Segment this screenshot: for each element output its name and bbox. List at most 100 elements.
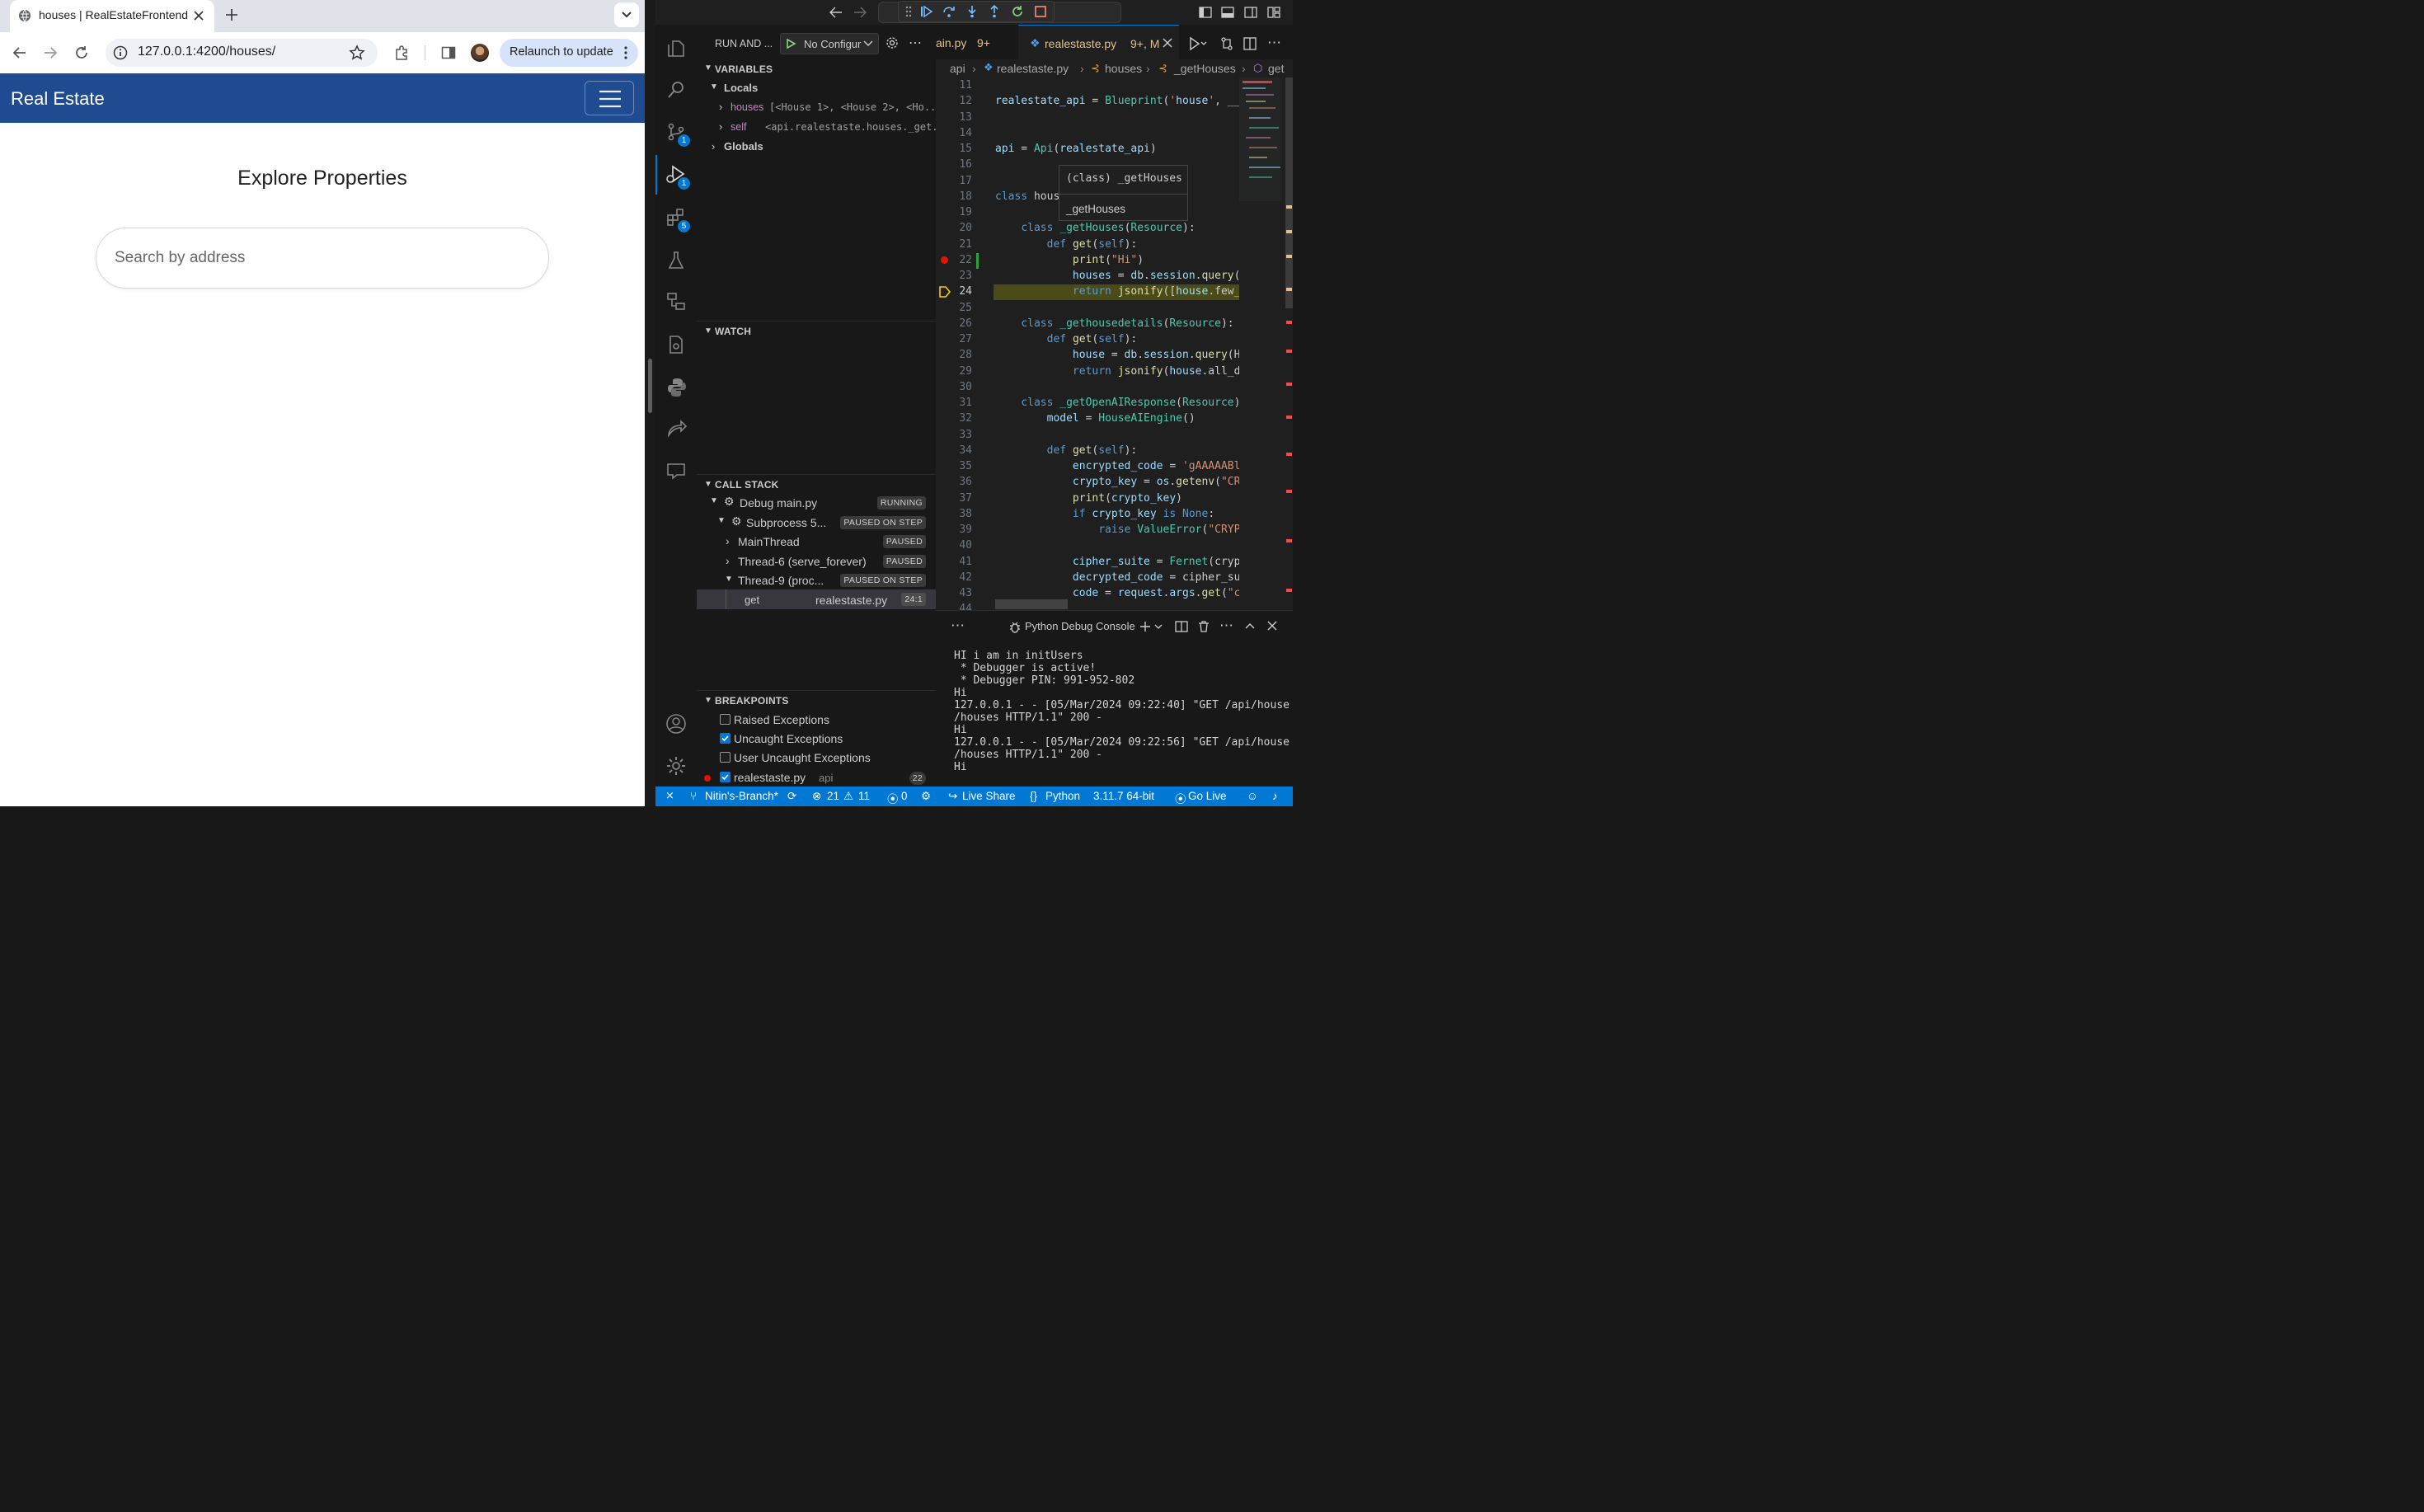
callstack-session[interactable]: ▼ ⚙ Debug main.py RUNNING [697,493,936,512]
code-line[interactable]: code = request.args.get("co [995,587,1239,599]
navbar-toggler[interactable] [585,81,634,115]
branch-name[interactable]: Nitin's-Branch* [705,790,778,802]
code-line[interactable]: return jsonify(house.all_de [995,365,1239,378]
new-terminal-icon[interactable] [1139,621,1151,632]
address-search-input[interactable] [96,228,549,289]
code-line[interactable]: raise ValueError("CRYPT [995,524,1239,536]
live-share-icon[interactable] [666,418,688,439]
collapse-breakpoints-icon[interactable]: ▼ [704,696,712,705]
line-number[interactable]: 34 [936,444,972,457]
code-line[interactable]: return jsonify([house.few_d [995,285,1239,298]
warning-count[interactable]: 11 [858,790,870,802]
breadcrumb-item[interactable]: _getHouses [1174,62,1236,75]
breadcrumb-item[interactable]: houses [1105,62,1142,75]
code-line[interactable]: def get(self): [995,444,1239,457]
run-debug-split-icon[interactable] [1186,36,1207,51]
line-number[interactable]: 17 [936,175,972,187]
collapse-watch-icon[interactable]: ▼ [704,326,712,336]
comments-icon[interactable] [666,461,686,481]
toggle-secondary-sidebar-icon[interactable] [1244,6,1257,19]
browser-tab[interactable]: houses | RealEstateFrontend [10,0,214,32]
close-icon[interactable] [1163,38,1172,48]
split-terminal-icon[interactable] [1175,620,1188,633]
step-over-icon[interactable] [942,5,956,18]
customize-layout-icon[interactable] [1267,6,1280,19]
settings-gear-icon[interactable] [886,36,899,49]
line-number[interactable]: 42 [936,571,972,584]
line-number[interactable]: 20 [936,222,972,234]
minimap[interactable] [1239,77,1293,610]
breakpoint-checkbox[interactable] [720,772,730,782]
source-control-button[interactable]: 1 [666,122,690,147]
line-number[interactable]: 18 [936,190,972,203]
go-live-label[interactable]: Go Live [1188,790,1227,802]
more-views-icon[interactable]: ⋯ [951,617,965,634]
remote-explorer-icon[interactable] [666,292,686,312]
trash-icon[interactable] [1197,620,1210,633]
code-line[interactable]: if crypto_key is None: [995,508,1239,520]
tab-realestaste-py[interactable]: ❖ realestaste.py 9+, M [1018,25,1179,59]
stack-frame-selected[interactable]: get realestaste.py 24:1 [697,589,936,609]
code-line[interactable]: def get(self): [995,238,1239,251]
variables-header[interactable]: VARIABLES [715,63,773,75]
code-line[interactable]: api = Api(realestate_api) [995,143,1239,155]
code-line[interactable]: crypto_key = os.getenv("CRY [995,476,1239,488]
drag-handle-icon[interactable] [905,6,912,17]
code-line[interactable]: houses = db.session.query(H [995,270,1239,282]
callstack-thread[interactable]: › Thread-6 (serve_forever) PAUSED [697,552,936,571]
back-icon[interactable] [12,45,27,60]
testing-icon[interactable] [666,251,686,270]
watch-header[interactable]: WATCH [715,326,751,337]
code-line[interactable]: def get(self): [995,333,1239,345]
launch-config-select[interactable]: No Configur [780,33,879,54]
line-number[interactable]: 16 [936,158,972,171]
nav-forward-icon[interactable] [853,7,867,18]
code-line[interactable]: print(crypto_key) [995,492,1239,505]
callstack-thread[interactable]: ▼ Thread-9 (proc... PAUSED ON STEP [697,571,936,589]
sync-icon[interactable]: ⟳ [787,790,796,803]
locals-scope[interactable]: Locals [724,82,758,94]
code-line[interactable]: realestate_api = Blueprint('house', __n [995,95,1239,107]
line-number[interactable]: 19 [936,206,972,218]
minimap-slider[interactable] [1239,77,1280,201]
notifications-icon[interactable]: ♪ [1272,790,1278,802]
tab-main-py[interactable]: ain.py 9+ [936,25,1017,59]
line-number[interactable]: 41 [936,556,972,568]
line-number[interactable]: 32 [936,412,972,425]
line-number[interactable]: 31 [936,397,972,409]
profile-avatar[interactable] [471,44,489,62]
horizontal-scrollbar[interactable] [995,599,1068,609]
python-icon[interactable] [666,377,688,398]
line-number[interactable]: 35 [936,460,972,472]
close-panel-icon[interactable] [1267,621,1277,631]
breadcrumb-item[interactable]: get [1268,62,1284,75]
error-count[interactable]: 21 [827,790,839,802]
breakpoint-row[interactable]: Raised Exceptions [697,711,936,729]
code-line[interactable]: class _getHouses(Resource): [995,222,1239,234]
stop-icon[interactable] [1034,5,1047,18]
step-out-icon[interactable] [988,5,1001,18]
callstack-thread[interactable]: › MainThread PAUSED [697,532,936,551]
manage-gear-icon[interactable] [665,755,687,777]
code-line[interactable]: model = HouseAIEngine() [995,412,1239,425]
line-number[interactable]: 29 [936,365,972,378]
side-panel-icon[interactable] [441,45,456,60]
toggle-panel-icon[interactable] [1221,6,1234,19]
code-line[interactable]: class _gethousedetails(Resource): [995,317,1239,330]
language-mode[interactable]: Python [1045,790,1080,802]
toggle-sidebar-icon[interactable] [1199,6,1212,19]
vertical-scrollbar[interactable] [1285,77,1293,308]
resize-handle[interactable] [648,359,652,413]
more-actions-icon[interactable]: ⋯ [1219,617,1233,634]
line-number[interactable]: 33 [936,429,972,441]
breadcrumb-item[interactable]: api [950,62,965,75]
code-line[interactable]: encrypted_code = 'gAAAAABl( [995,460,1239,472]
line-number[interactable]: 15 [936,143,972,155]
step-into-icon[interactable] [965,5,979,18]
maximize-panel-icon[interactable] [1244,622,1256,630]
code-line[interactable]: class _getOpenAIResponse(Resource): [995,397,1239,409]
tab-search-button[interactable] [614,2,639,27]
open-changes-icon[interactable] [1219,36,1234,51]
breakpoint-checkbox[interactable] [720,733,730,744]
bookmark-star-icon[interactable] [349,45,365,61]
